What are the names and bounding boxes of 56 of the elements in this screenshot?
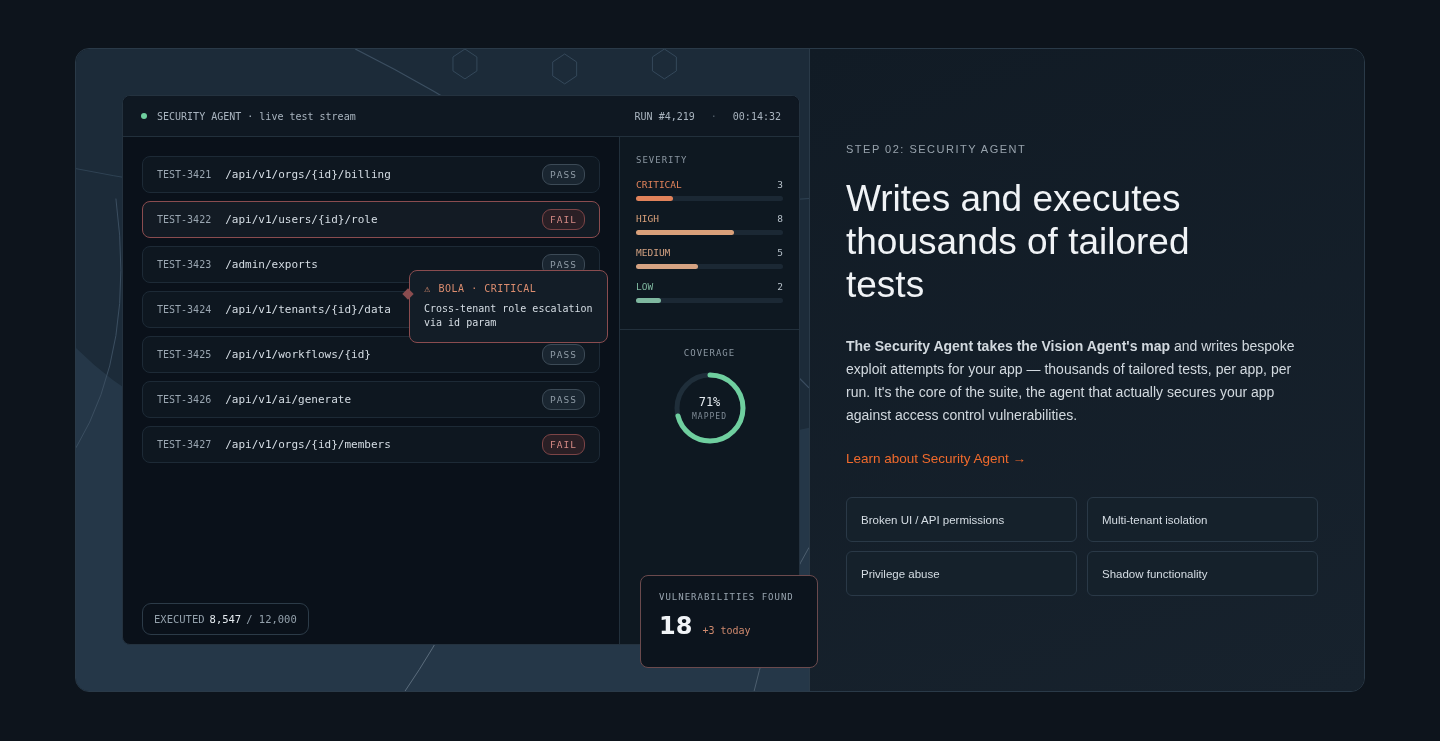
endpoint-path: /api/v1/workflows/{id} bbox=[225, 348, 371, 361]
test-id: TEST-3421 bbox=[157, 169, 212, 180]
test-row[interactable]: TEST-3425 /api/v1/workflows/{id} PASS bbox=[142, 336, 600, 373]
vulnerabilities-delta: +3 today bbox=[702, 625, 751, 636]
elapsed-time: 00:14:32 bbox=[732, 110, 781, 122]
status-badge: FAIL bbox=[542, 209, 585, 230]
endpoint-path: /api/v1/tenants/{id}/data bbox=[225, 303, 391, 316]
coverage-value: 71% bbox=[698, 395, 721, 409]
step-label: STEP 02: SECURITY AGENT bbox=[846, 143, 1028, 155]
severity-label: LOW bbox=[636, 281, 654, 292]
tooltip-text: Cross-tenant role escalation via id param bbox=[424, 302, 593, 330]
status-badge: PASS bbox=[542, 344, 585, 365]
separator: · bbox=[710, 110, 717, 122]
feature-tag: Shadow functionality bbox=[1087, 551, 1318, 596]
feature-tag: Privilege abuse bbox=[846, 551, 1077, 596]
test-id: TEST-3426 bbox=[157, 394, 212, 405]
feature-tag: Multi-tenant isolation bbox=[1087, 497, 1318, 542]
section-heading: Writes and executes thousands of tailored tests bbox=[846, 177, 1191, 306]
run-number: RUN #4,219 bbox=[634, 110, 695, 122]
status-badge: PASS bbox=[542, 164, 585, 185]
severity-label: HIGH bbox=[636, 213, 659, 224]
test-row[interactable]: TEST-3421 /api/v1/orgs/{id}/billing PASS bbox=[142, 156, 600, 193]
severity-count: 5 bbox=[777, 247, 783, 258]
severity-title: SEVERITY bbox=[636, 155, 689, 165]
status-badge: PASS bbox=[542, 389, 585, 410]
coverage-caption: MAPPED bbox=[692, 412, 727, 421]
vulnerabilities-count: 18 bbox=[659, 612, 693, 640]
feature-tag: Broken UI / API permissions bbox=[846, 497, 1077, 542]
severity-label: CRITICAL bbox=[636, 179, 682, 190]
endpoint-path: /api/v1/orgs/{id}/billing bbox=[225, 168, 391, 181]
warning-icon: ⚠ bbox=[424, 283, 431, 294]
severity-count: 3 bbox=[777, 179, 783, 190]
console-subtitle: · live test stream bbox=[247, 110, 356, 122]
executed-counter: EXECUTED 8,547 / 12,000 bbox=[142, 603, 309, 635]
coverage-title: COVERAGE bbox=[682, 348, 737, 358]
vulnerabilities-title: VULNERABILITIES FOUND bbox=[659, 592, 795, 602]
test-row[interactable]: TEST-3426 /api/v1/ai/generate PASS bbox=[142, 381, 600, 418]
test-row[interactable]: TEST-3422 /api/v1/users/{id}/role FAIL bbox=[142, 201, 600, 238]
learn-more-link[interactable]: Learn about Security Agent → bbox=[846, 451, 1027, 466]
severity-count: 8 bbox=[777, 213, 783, 224]
status-badge: FAIL bbox=[542, 434, 585, 455]
test-id: TEST-3422 bbox=[157, 214, 212, 225]
endpoint-path: /api/v1/orgs/{id}/members bbox=[225, 438, 391, 451]
severity-count: 2 bbox=[777, 281, 783, 292]
description-paragraph: The Security Agent takes the Vision Agent's map and writes bespoke exploit attempts for your app — thousands of tailored tests, per app, per run. It's the core of the suite, the agent that actually secures your app against access control vulnerabilities. bbox=[846, 337, 1296, 425]
severity-label: MEDIUM bbox=[636, 247, 671, 258]
console-title: SECURITY AGENT bbox=[157, 110, 242, 122]
test-id: TEST-3425 bbox=[157, 349, 212, 360]
endpoint-path: /api/v1/ai/generate bbox=[225, 393, 352, 406]
test-id: TEST-3423 bbox=[157, 259, 212, 270]
endpoint-path: /api/v1/users/{id}/role bbox=[225, 213, 378, 226]
test-id: TEST-3427 bbox=[157, 439, 212, 450]
tooltip-title: BOLA · CRITICAL bbox=[438, 283, 537, 294]
test-id: TEST-3424 bbox=[157, 304, 212, 315]
endpoint-path: /admin/exports bbox=[225, 258, 318, 271]
test-row[interactable]: TEST-3427 /api/v1/orgs/{id}/members FAIL bbox=[142, 426, 600, 463]
